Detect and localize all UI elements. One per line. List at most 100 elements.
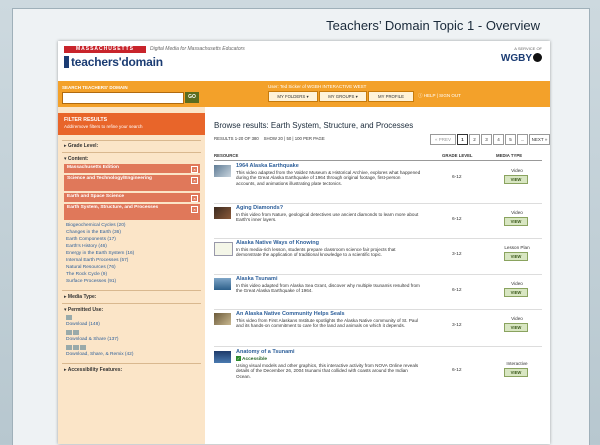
brand-tagline: Digital Media for Massachusetts Educator… <box>150 46 245 52</box>
pager-page-4[interactable]: 4 <box>493 134 504 145</box>
result-title-link[interactable]: Alaska Tsunami <box>236 276 277 282</box>
brand-name: teachers'domain <box>71 55 163 69</box>
subtopic-link[interactable]: Natural Resources (76) <box>66 265 116 270</box>
accessible-badge: ✓ Accessible <box>236 356 267 362</box>
divider <box>62 290 201 291</box>
view-button[interactable]: VIEW <box>504 175 528 184</box>
help-signout-link[interactable]: ⓘ HELP | SIGN OUT <box>418 93 461 99</box>
grade-level: 6-12 <box>452 217 462 222</box>
pager-next[interactable]: NEXT » <box>529 134 550 145</box>
filter-pill-ma-edition[interactable]: Massachusetts Edition × <box>64 164 200 173</box>
result-title-link[interactable]: Alaska Native Ways of Knowing <box>236 240 319 246</box>
pager-page-3[interactable]: 3 <box>481 134 492 145</box>
use-download-link[interactable]: Download (148) <box>66 322 100 327</box>
filter-pill-science[interactable]: Science and Technology/Engineering × <box>64 175 200 191</box>
subtopic-link[interactable]: Earth's History (46) <box>66 244 107 249</box>
license-icon <box>66 330 72 335</box>
remove-icon[interactable]: × <box>191 166 198 173</box>
remove-icon[interactable]: × <box>191 177 198 184</box>
subtopic-link[interactable]: The Rock Cycle (9) <box>66 272 107 277</box>
grade-level: 3-12 <box>452 323 462 328</box>
filter-pill-earth-system[interactable]: Earth System, Structure, and Processes × <box>64 204 200 220</box>
subtopic-link[interactable]: Surface Processes (91) <box>66 279 116 284</box>
grade-level: 3-12 <box>452 252 462 257</box>
pill-label: Earth System, Structure, and Processes <box>67 205 159 210</box>
my-folders-button[interactable]: MY FOLDERS ▾ <box>268 91 318 102</box>
grade-level-filter[interactable]: ▸ Grade Level: <box>64 143 98 149</box>
filter-pill-earth-space[interactable]: Earth and Space Science × <box>64 193 200 202</box>
service-name: WGBY <box>500 53 532 64</box>
pager-page-2[interactable]: 2 <box>469 134 480 145</box>
lesson-plan-icon[interactable] <box>214 242 233 256</box>
result-row: 1964 Alaska Earthquake This video adapte… <box>214 163 542 204</box>
grade-level: 6-12 <box>452 175 462 180</box>
col-grade-level: GRADE LEVEL <box>442 153 473 158</box>
remove-icon[interactable]: × <box>191 206 198 213</box>
subtopic-link[interactable]: Energy in the Earth System (16) <box>66 251 134 256</box>
search-input[interactable] <box>62 92 184 104</box>
brand-logo[interactable]: teachers'domain <box>64 55 163 69</box>
thumbnail[interactable] <box>214 351 231 363</box>
checkmark-icon: ✓ <box>236 356 241 361</box>
pager-page-5[interactable]: 5 <box>505 134 516 145</box>
result-row: An Alaska Native Community Helps Seals T… <box>214 311 542 347</box>
view-button[interactable]: VIEW <box>504 368 528 377</box>
result-title-link[interactable]: An Alaska Native Community Helps Seals <box>236 311 345 317</box>
license-icon <box>66 315 72 320</box>
result-description: In this video from Nature, geological de… <box>236 212 419 223</box>
results-count: RESULTS 1-20 OF 380 SHOW 20 | 50 | 100 P… <box>214 136 325 141</box>
brand-top: MASSACHUSETTS <box>64 46 146 53</box>
site-header: MASSACHUSETTS Digital Media for Massachu… <box>58 41 550 81</box>
filter-title: FILTER RESULTS <box>64 117 108 123</box>
view-button[interactable]: VIEW <box>504 323 528 332</box>
thumbnail[interactable] <box>214 278 231 290</box>
result-title-link[interactable]: Aging Diamonds? <box>236 205 283 211</box>
accessibility-filter[interactable]: ▸ Accessibility Features: <box>64 367 122 373</box>
license-icon <box>73 345 79 350</box>
subtopic-link[interactable]: Earth Components (17) <box>66 237 116 242</box>
remove-icon[interactable]: × <box>191 195 198 202</box>
thumbnail[interactable] <box>214 207 231 219</box>
user-info: User: Ted Sicker of WGBH INTERACTIVE WES… <box>268 84 367 89</box>
teachers-domain-logo-icon <box>64 56 69 68</box>
row-divider <box>214 346 542 347</box>
view-button[interactable]: VIEW <box>504 217 528 226</box>
use-download-share-remix-link[interactable]: Download, Share, & Remix (42) <box>66 352 133 357</box>
row-divider <box>214 238 542 239</box>
subtopic-link[interactable]: Biogeochemical Cycles (20) <box>66 223 125 228</box>
thumbnail[interactable] <box>214 313 231 325</box>
results-text: RESULTS 1-20 OF 380 <box>214 136 259 141</box>
accessible-label: Accessible <box>242 357 268 362</box>
view-button[interactable]: VIEW <box>504 252 528 261</box>
result-row: Anatomy of a Tsunami ✓ Accessible Using v… <box>214 349 542 394</box>
thumbnail[interactable] <box>214 165 231 177</box>
my-profile-button[interactable]: MY PROFILE <box>368 91 414 102</box>
license-icons <box>66 345 87 351</box>
result-row: Aging Diamonds? In this video from Natur… <box>214 205 542 239</box>
result-description: This video from First Alaskans Institute… <box>236 318 419 329</box>
search-go-button[interactable]: GO <box>185 92 199 103</box>
result-title-link[interactable]: 1964 Alaska Earthquake <box>236 163 299 169</box>
subtopic-link[interactable]: Changes in the Earth (36) <box>66 230 121 235</box>
slide-title: Teachers’ Domain Topic 1 - Overview <box>326 18 540 33</box>
pager-page-1[interactable]: 1 <box>457 134 468 145</box>
per-page-selector[interactable]: SHOW 20 | 50 | 100 PER PAGE <box>264 136 325 141</box>
pager-prev[interactable]: « PREV <box>430 134 456 145</box>
pill-label: Massachusetts Edition <box>67 165 119 170</box>
media-type-filter[interactable]: ▸ Media Type: <box>64 294 96 300</box>
result-title-link[interactable]: Anatomy of a Tsunami <box>236 349 295 355</box>
filter-results-header: FILTER RESULTS Add/remove filters to ref… <box>58 113 205 135</box>
view-button[interactable]: VIEW <box>504 288 528 297</box>
license-icon <box>80 345 86 350</box>
media-type: Video <box>511 168 523 173</box>
wgby-logo[interactable]: WGBY <box>501 53 542 64</box>
media-type: Video <box>511 281 523 286</box>
subtopic-link[interactable]: Internal Earth Processes (57) <box>66 258 128 263</box>
my-groups-button[interactable]: MY GROUPS ▾ <box>319 91 367 102</box>
use-download-share-link[interactable]: Download & Share (137) <box>66 337 119 342</box>
permitted-use-filter[interactable]: ▾ Permitted Use: <box>64 307 103 313</box>
content-filter[interactable]: ▾ Content: <box>64 156 88 162</box>
divider <box>62 140 201 141</box>
media-type: Video <box>511 210 523 215</box>
col-resource: RESOURCE <box>214 153 239 158</box>
